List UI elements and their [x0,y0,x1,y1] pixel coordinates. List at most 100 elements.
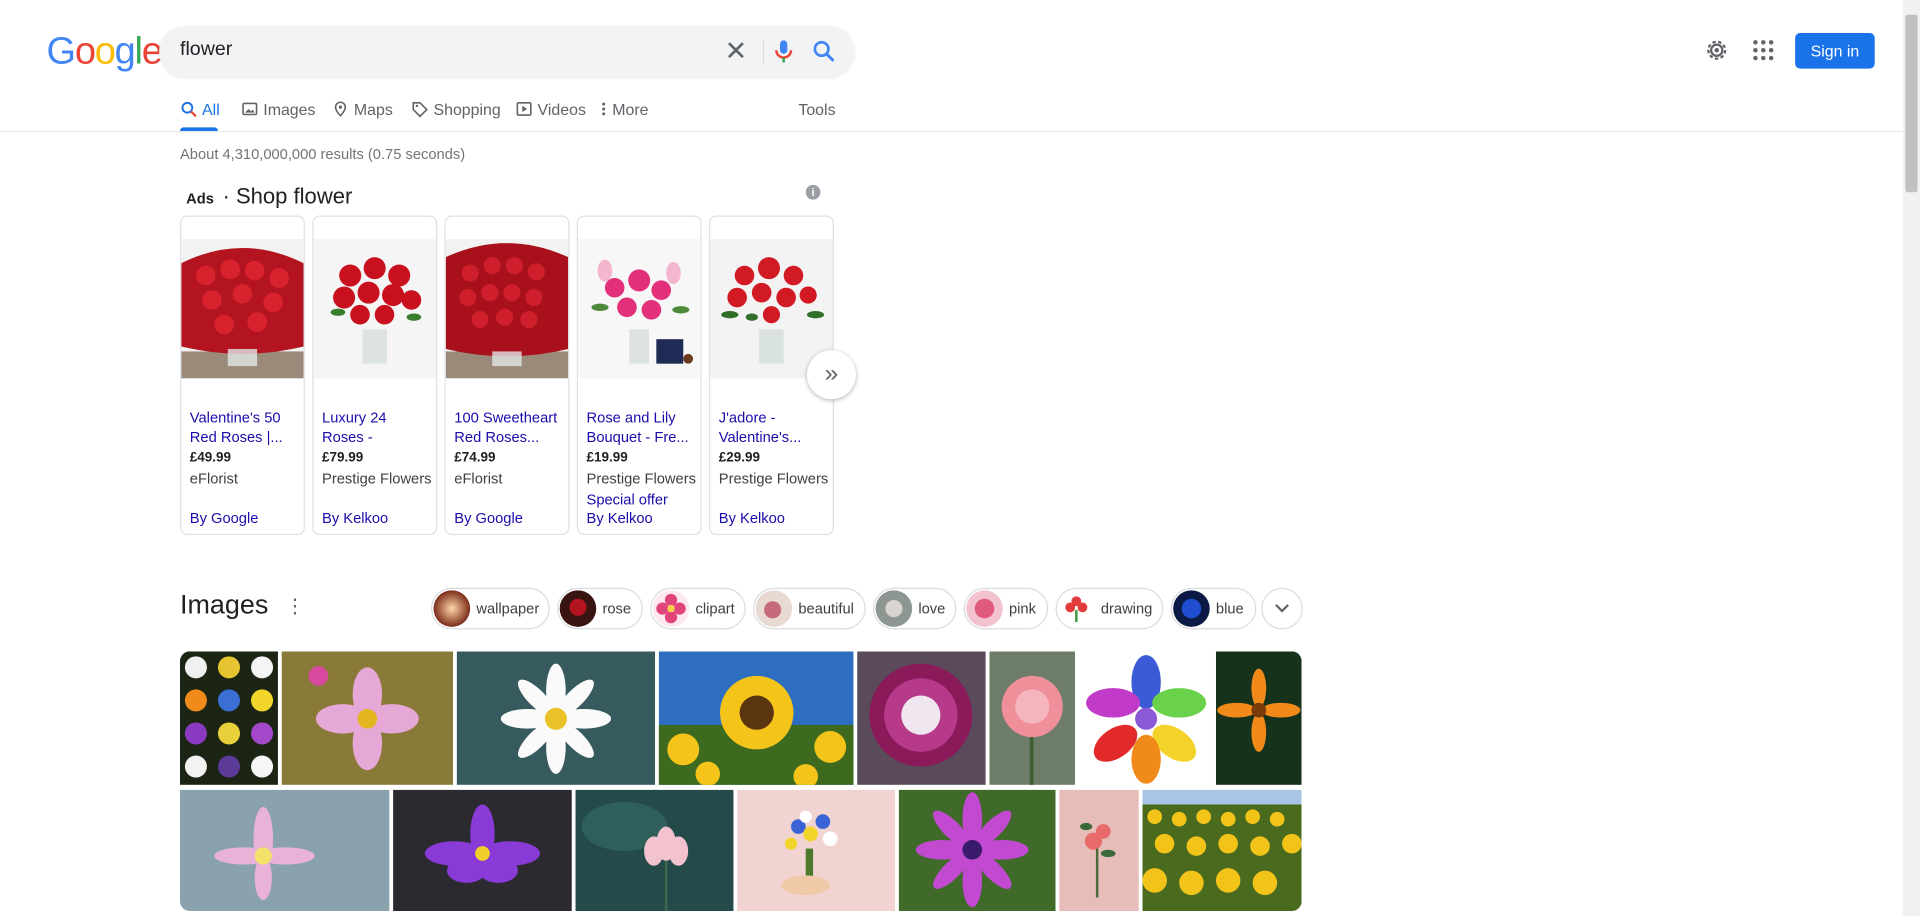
carousel-next-button[interactable]: » [806,350,856,400]
product-seller: eFlorist [454,470,503,488]
chip-thumbnail [559,590,597,627]
logo-letter: l [134,29,143,73]
chip-label: blue [1215,600,1244,618]
expand-chips-button[interactable] [1261,587,1303,630]
product-image [445,238,569,379]
more-vert-icon [602,102,606,116]
ads-header: Ads · Shop flower [186,184,352,210]
chip-wallpaper[interactable]: wallpaper [431,587,550,630]
chip-label: beautiful [798,600,854,618]
chip-love[interactable]: love [873,587,957,630]
tab-label: More [612,100,649,119]
double-chevron-right-icon: » [824,360,839,387]
tab-videos[interactable]: Videos [516,100,586,132]
image-result[interactable] [857,651,986,785]
gear-icon[interactable] [1703,37,1730,64]
info-icon[interactable]: i [805,184,821,200]
product-seller: Prestige Flowers [322,470,432,488]
chip-rose[interactable]: rose [557,587,643,630]
chevron-down-icon [1275,604,1289,613]
chip-clipart[interactable]: clipart [650,587,746,630]
image-result[interactable] [393,789,572,912]
chip-label: pink [1008,600,1036,618]
image-result[interactable] [1059,789,1139,912]
product-by-link[interactable]: By Google [190,509,259,526]
tab-label: Videos [537,100,586,119]
map-pin-icon [334,101,347,117]
image-result[interactable] [1142,789,1302,912]
product-by-link[interactable]: By Kelkoo [719,509,785,526]
chip-blue[interactable]: blue [1170,587,1257,630]
product-card[interactable]: Luxury 24 Roses - Valentine's... £79.99 … [312,215,438,536]
image-result[interactable] [575,789,734,912]
ads-label: Ads [186,189,214,207]
product-seller: eFlorist [189,470,238,488]
product-title[interactable]: Rose and Lily Bouquet - Fre... [587,408,695,447]
product-price: £74.99 [454,450,496,466]
product-price: £29.99 [718,450,760,466]
tab-shopping[interactable]: Shopping [411,100,501,132]
product-by-link[interactable]: By Kelkoo [587,509,653,526]
image-result[interactable] [1215,651,1302,785]
product-offer[interactable]: Special offer [587,491,668,508]
chip-thumbnail [755,590,793,627]
sign-in-button[interactable]: Sign in [1795,33,1875,69]
image-result[interactable] [180,789,390,912]
tag-icon [412,102,428,118]
chip-pink[interactable]: pink [963,587,1049,630]
chip-thumbnail [652,590,690,627]
product-title[interactable]: Valentine's 50 Red Roses |... [190,408,298,447]
tab-label: Shopping [433,100,501,119]
product-card[interactable]: Rose and Lily Bouquet - Fre... £19.99 Pr… [576,215,702,536]
tab-images[interactable]: Images [241,100,315,132]
play-icon [516,102,532,116]
image-result[interactable] [1078,651,1213,785]
microphone-icon[interactable] [769,37,798,66]
search-input[interactable]: flower [180,39,232,61]
images-section-title: Images [180,588,269,620]
image-result[interactable] [658,651,854,785]
image-icon [242,102,258,116]
image-result[interactable] [281,651,454,785]
chip-beautiful[interactable]: beautiful [753,587,866,630]
product-seller: Prestige Flowers [586,470,696,488]
image-result[interactable] [737,789,896,912]
product-title[interactable]: 100 Sweetheart Red Roses... [454,408,562,447]
google-logo[interactable]: Google [46,29,163,73]
product-by-link[interactable]: By Kelkoo [322,509,388,526]
tab-more[interactable]: More [600,100,649,132]
chip-thumbnail [433,590,471,627]
product-title[interactable]: Luxury 24 Roses - Valentine's... [322,408,430,447]
search-icon [181,101,197,118]
apps-grid-icon[interactable] [1750,37,1777,64]
tab-label: Maps [353,100,393,119]
header-divider [0,131,1903,133]
image-result[interactable] [989,651,1076,785]
clear-icon[interactable]: ✕ [722,37,749,65]
product-card[interactable]: Valentine's 50 Red Roses |... £49.99 eFl… [180,215,305,536]
product-by-link[interactable]: By Google [454,509,523,526]
logo-letter: o [74,29,96,73]
chip-label: wallpaper [476,600,540,618]
product-card[interactable]: 100 Sweetheart Red Roses... £74.99 eFlor… [444,215,570,536]
chip-thumbnail [966,590,1003,627]
image-result[interactable] [456,651,656,785]
product-price: £49.99 [189,450,232,466]
page-scrollbar-thumb[interactable] [1905,14,1918,193]
more-vert-icon[interactable]: ⋮ [285,596,305,618]
image-result[interactable] [180,651,278,785]
logo-letter: g [114,29,136,73]
logo-letter: G [46,29,77,73]
chip-label: clipart [695,600,735,618]
product-price: £79.99 [322,450,364,466]
tab-maps[interactable]: Maps [332,100,393,132]
search-box[interactable]: flower ✕ [159,25,855,78]
product-seller: Prestige Flowers [718,470,829,488]
chip-thumbnail [875,590,913,627]
product-image [313,238,436,379]
product-title[interactable]: J'adore - Valentine's... [719,408,827,447]
search-icon[interactable] [809,37,838,66]
chip-drawing[interactable]: drawing [1055,587,1164,630]
image-result[interactable] [898,789,1056,912]
tools-button[interactable]: Tools [798,100,835,132]
